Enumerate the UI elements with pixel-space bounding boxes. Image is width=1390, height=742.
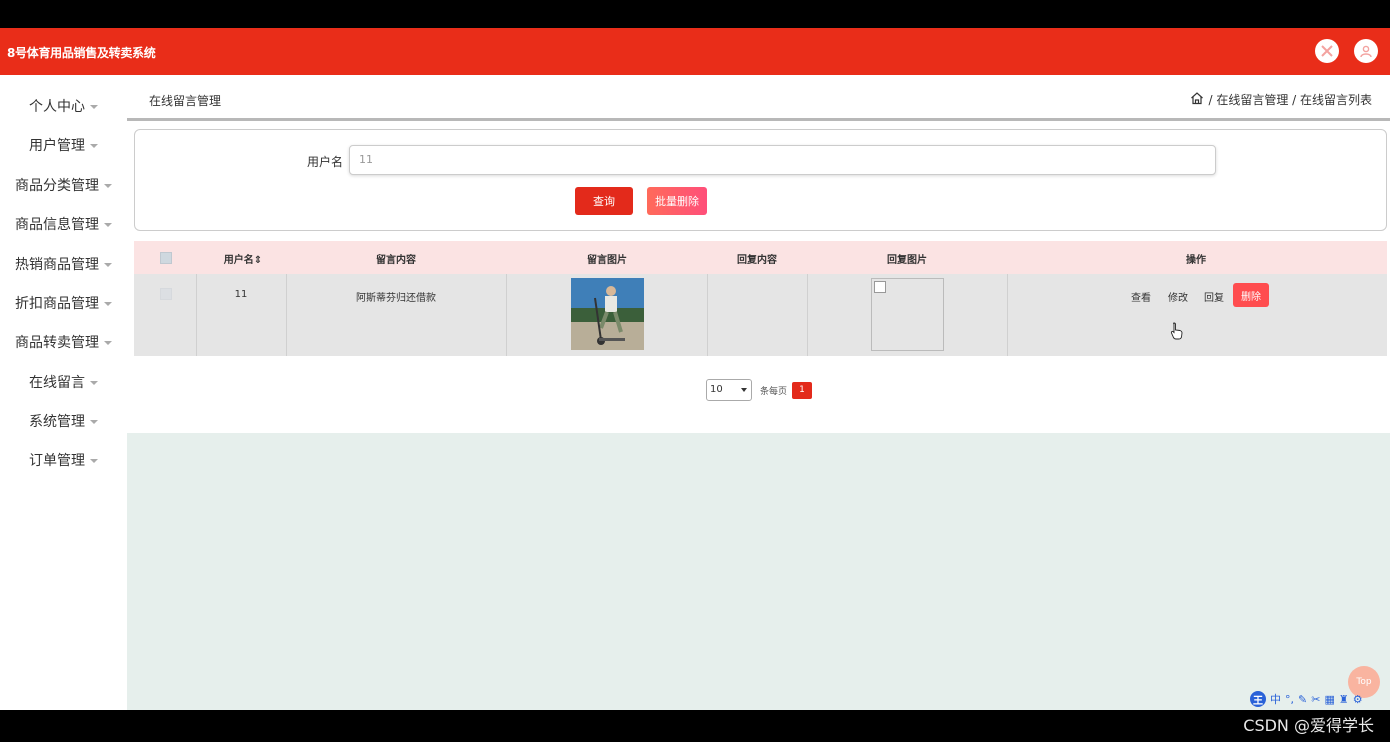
caret-down-icon [90,144,98,148]
settings-gear-icon: ⚙ [1352,692,1363,706]
header-message-content: 留言内容 [376,255,416,266]
header-reply-image: 回复图片 [887,255,927,266]
header-reply-content: 回复内容 [737,255,777,266]
column-divider [286,274,287,356]
sidebar-item-discount-products-management[interactable]: 折扣商品管理 [0,293,127,317]
caret-down-icon [90,459,98,463]
keyboard-icon: ▦ [1324,692,1335,706]
view-button[interactable]: 查看 [1131,289,1151,304]
sidebar-item-product-info-management[interactable]: 商品信息管理 [0,214,127,238]
batch-delete-button[interactable]: 批量删除 [647,187,707,215]
page-button-current[interactable]: 1 [792,381,813,399]
sidebar-item-label: 系统管理 [29,414,85,430]
search-panel: 用户名 11 查询 批量删除 [134,129,1387,231]
delete-button[interactable]: 删除 [1233,283,1269,307]
pagination: 10 条每页 1 [706,379,813,401]
message-image-thumbnail[interactable] [571,278,644,350]
row-checkbox[interactable] [160,288,172,300]
sidebar-item-category-management[interactable]: 商品分类管理 [0,175,127,199]
sidebar-item-resale-management[interactable]: 商品转卖管理 [0,332,127,356]
column-divider [807,274,808,356]
sidebar-item-label: 商品信息管理 [15,217,99,233]
column-divider [1007,274,1008,356]
column-divider [506,274,507,356]
csdn-watermark: CSDN @爱得学长 [1243,716,1374,735]
cell-message-content: 阿斯蒂芬归还借款 [356,293,436,304]
page-size-select[interactable]: 10 [706,379,752,401]
screen-frame: 8号体育用品销售及转卖系统 个人中心 用户管理 商品分类管理 商品信息管理 热销… [0,0,1390,742]
caret-down-icon [90,105,98,109]
sidebar-item-label: 商品转卖管理 [15,335,99,351]
sidebar-item-label: 商品分类管理 [15,178,99,194]
reply-button[interactable]: 回复 [1204,289,1224,304]
caret-down-icon [104,263,112,267]
page-title: 在线留言管理 [149,94,222,108]
per-page-label: 条每页 [760,386,788,397]
fullscreen-icon[interactable] [1315,39,1339,63]
sidebar-item-label: 用户管理 [29,138,85,154]
shirt-icon: ♜ [1338,692,1349,706]
header-actions: 操作 [1186,255,1206,266]
column-divider [196,274,197,356]
sidebar-item-online-messages[interactable]: 在线留言 [0,372,127,396]
sidebar-item-hot-products-management[interactable]: 热销商品管理 [0,254,127,278]
sidebar-item-label: 个人中心 [29,99,85,115]
header-message-image: 留言图片 [587,255,627,266]
username-label: 用户名 [307,155,344,169]
edit-button[interactable]: 修改 [1168,289,1188,304]
ime-toolbar[interactable]: 王 中 °, ✎ ✂ ▦ ♜ ⚙ [1250,690,1390,708]
username-search-input[interactable]: 11 [349,145,1216,175]
reply-image-broken[interactable] [871,278,944,351]
caret-down-icon [90,420,98,424]
sidebar-item-order-management[interactable]: 订单管理 [0,450,127,474]
caret-down-icon [104,223,112,227]
chevron-down-icon [741,388,747,392]
sidebar-item-label: 热销商品管理 [15,257,99,273]
pen-icon: ✎ [1298,692,1308,706]
app-window: 8号体育用品销售及转卖系统 个人中心 用户管理 商品分类管理 商品信息管理 热销… [0,28,1390,710]
punctuation-icon: °, [1285,692,1294,706]
header-username[interactable]: 用户名⇕ [223,251,263,266]
content-panel: 在线留言管理 / 在线留言管理 / 在线留言列表 用户名 11 查询 批量删除 [127,75,1390,433]
breadcrumb-bar: 在线留言管理 / 在线留言管理 / 在线留言列表 [127,75,1390,121]
select-all-checkbox[interactable] [160,252,172,264]
bottom-letterbox [0,710,1390,742]
caret-down-icon [104,184,112,188]
caret-down-icon [104,341,112,345]
table-header: 用户名⇕ 留言内容 留言图片 回复内容 回复图片 操作 [134,241,1387,274]
breadcrumb-path: / 在线留言管理 / 在线留言列表 [1208,93,1372,107]
mouse-cursor-icon [1170,322,1183,340]
sidebar-item-label: 折扣商品管理 [15,296,99,312]
user-avatar-icon[interactable] [1354,39,1378,63]
sidebar-item-system-management[interactable]: 系统管理 [0,411,127,435]
broken-image-icon [874,281,886,293]
table-row: 11 阿斯蒂芬归还借款 查看 修改 回复 删除 [134,274,1387,356]
ime-mode-label: 中 [1270,693,1281,706]
column-divider [707,274,708,356]
top-letterbox [0,0,1390,28]
main-content: 在线留言管理 / 在线留言管理 / 在线留言列表 用户名 11 查询 批量删除 [127,75,1390,710]
sidebar-item-personal-center[interactable]: 个人中心 [0,96,127,120]
sidebar-item-label: 订单管理 [29,453,85,469]
app-header: 8号体育用品销售及转卖系统 [0,28,1390,75]
caret-down-icon [104,302,112,306]
sidebar-nav: 个人中心 用户管理 商品分类管理 商品信息管理 热销商品管理 折扣商品管理 商品… [0,75,127,710]
caret-down-icon [90,381,98,385]
scissors-icon: ✂ [1311,692,1321,706]
breadcrumb: / 在线留言管理 / 在线留言列表 [1190,91,1372,108]
query-button[interactable]: 查询 [575,187,633,215]
messages-table: 用户名⇕ 留言内容 留言图片 回复内容 回复图片 操作 11 阿斯蒂芬归还借款 … [134,241,1387,356]
sidebar-item-user-management[interactable]: 用户管理 [0,135,127,159]
home-icon[interactable] [1190,91,1204,108]
sidebar-item-label: 在线留言 [29,375,85,391]
cell-username: 11 [234,289,248,300]
app-title: 8号体育用品销售及转卖系统 [7,46,156,60]
ime-logo-icon: 王 [1250,691,1266,707]
